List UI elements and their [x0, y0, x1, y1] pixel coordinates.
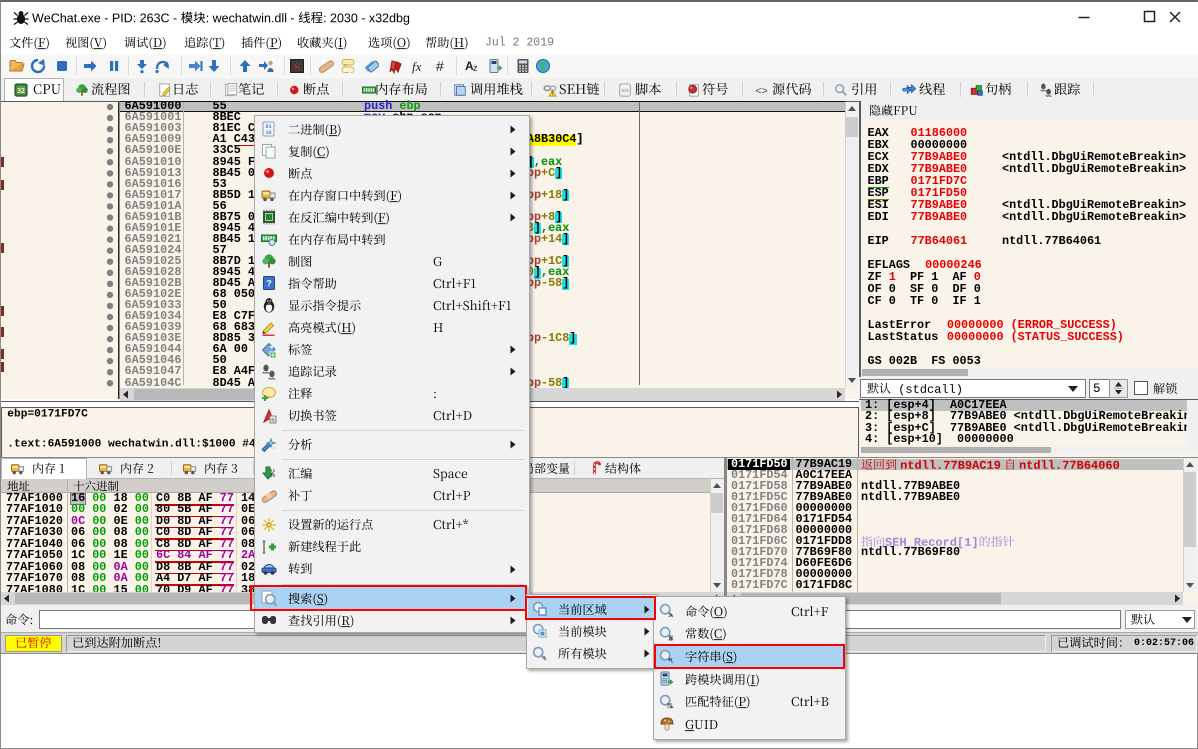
svg-text:S: S [294, 62, 300, 74]
svg-text:10: 10 [270, 473, 276, 479]
svg-text:fx: fx [412, 59, 422, 74]
svg-text:!: ! [552, 92, 554, 97]
svg-text:<>: <> [755, 85, 767, 97]
svg-text:?: ? [266, 279, 272, 289]
svg-text:n: n [271, 418, 274, 424]
svg-text:>: > [669, 613, 673, 620]
svg-text:<>: <> [621, 88, 629, 95]
svg-text:z: z [473, 63, 478, 73]
svg-text:10: 10 [265, 130, 271, 136]
svg-text:#: # [669, 634, 674, 642]
svg-text:*: * [543, 656, 546, 662]
svg-text:#: # [436, 58, 444, 74]
svg-text:32: 32 [17, 88, 25, 95]
